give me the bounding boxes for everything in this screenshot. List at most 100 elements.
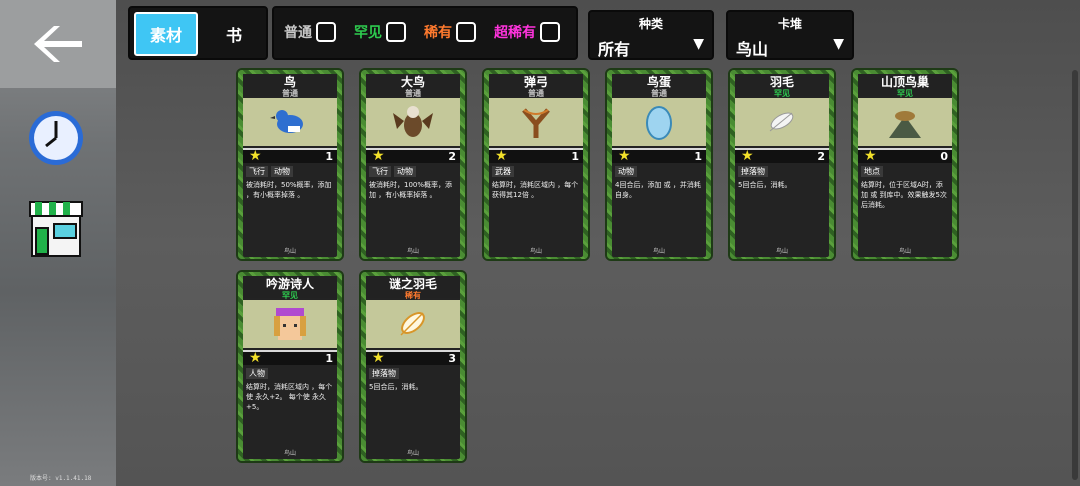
- card-tag: 飞行: [246, 166, 268, 177]
- card-value: 1: [325, 352, 333, 365]
- card-deck: 鸟山: [775, 248, 788, 255]
- checkbox-rare[interactable]: [456, 22, 476, 42]
- card-deck: 鸟山: [652, 248, 665, 255]
- card-art: [612, 98, 706, 146]
- card-desc: 结算时，位于区域A时，添加 或 到库中。效果触发5次后消耗。: [861, 181, 947, 209]
- filter-common-label: 普通: [284, 25, 312, 41]
- scrollbar[interactable]: [1072, 70, 1078, 480]
- golden-feather-icon: [400, 312, 425, 336]
- card-art: [489, 98, 583, 146]
- card-deck: 鸟山: [406, 248, 419, 255]
- card-feather[interactable]: 羽毛 罕见 ★ 2 掉落物 5回合后，消耗。 鸟山: [728, 68, 836, 261]
- card-bard[interactable]: 吟游诗人 罕见 ★ 1 人物 结算时，消耗区域内 ，每个使 永久+2。 每个使 永…: [236, 270, 344, 463]
- card-art: [858, 98, 952, 146]
- card-bird-egg[interactable]: 鸟蛋 普通 ★ 1 动物 4回合后，添加 或 ，并消耗自身。 鸟山: [605, 68, 713, 261]
- deck-label: 卡堆: [777, 17, 802, 31]
- card-value: 1: [325, 150, 333, 163]
- filter-uncommon[interactable]: 罕见: [354, 22, 406, 42]
- card-value: 2: [817, 150, 825, 163]
- rarity-filter-panel: 普通 罕见 稀有 超稀有: [272, 6, 578, 60]
- card-value: 3: [448, 352, 456, 365]
- tab-panel: 素材 书: [128, 6, 268, 60]
- card-art: [366, 98, 460, 146]
- card-tag: 动物: [271, 166, 293, 177]
- card-slingshot[interactable]: 弹弓 普通 ★ 1 武器 结算时，消耗区域内 ，每个获得其12倍 。 鸟山: [482, 68, 590, 261]
- card-mountain-nest[interactable]: 山顶鸟巢 罕见 ★ 0 地点 结算时，位于区域A时，添加 或 到库中。效果触发5次…: [851, 68, 959, 261]
- back-button[interactable]: [0, 0, 116, 88]
- star-icon: ★: [741, 148, 754, 164]
- star-icon: ★: [372, 350, 385, 366]
- clock-button[interactable]: [24, 106, 88, 170]
- card-desc: 5回合后，消耗。: [738, 181, 792, 189]
- clock-icon: [29, 111, 83, 165]
- filter-rare[interactable]: 稀有: [424, 22, 476, 42]
- card-mystery-feather[interactable]: 谜之羽毛 稀有 ★ 3 掉落物 5回合后，消耗。 鸟山: [359, 270, 467, 463]
- slingshot-icon: [522, 108, 550, 138]
- filter-common[interactable]: 普通: [284, 22, 336, 42]
- card-value: 1: [694, 150, 702, 163]
- star-icon: ★: [495, 148, 508, 164]
- card-deck: 鸟山: [283, 248, 296, 255]
- tab-book[interactable]: 书: [204, 12, 264, 56]
- filter-super-rare[interactable]: 超稀有: [494, 22, 560, 42]
- nest-icon: [889, 111, 921, 138]
- back-arrow-icon: [34, 26, 82, 62]
- card-desc: 结算时，消耗区域内 ，每个使 永久+2。 每个使 永久+5。: [246, 383, 333, 411]
- version-label: 版本号: v1.1.41.18: [30, 475, 92, 482]
- card-tag: 掉落物: [369, 368, 399, 379]
- chevron-down-icon: ▼: [833, 36, 844, 52]
- card-tag: 武器: [492, 166, 514, 177]
- card-deck: 鸟山: [406, 450, 419, 457]
- filter-uncommon-label: 罕见: [354, 25, 382, 41]
- checkbox-common[interactable]: [316, 22, 336, 42]
- card-tag: 动物: [615, 166, 637, 177]
- card-desc: 5回合后，消耗。: [369, 383, 423, 391]
- deck-dropdown[interactable]: 卡堆 鸟山 ▼: [726, 10, 854, 60]
- egg-icon: [646, 106, 672, 140]
- card-deck: 鸟山: [898, 248, 911, 255]
- card-desc: 被消耗时，50%概率，添加 ，有小概率掉落 。: [246, 181, 332, 199]
- deck-value: 鸟山: [736, 40, 769, 59]
- card-desc: 结算时，消耗区域内 ，每个获得其12倍 。: [492, 181, 579, 199]
- card-bird[interactable]: 鸟 普通 ★ 1 飞行 动物 被消耗时，50%概率，添加 ，有小概率掉落 。 鸟山: [236, 68, 344, 261]
- filter-rare-label: 稀有: [424, 25, 452, 41]
- feather-icon: [769, 112, 794, 132]
- card-value: 2: [448, 150, 456, 163]
- card-deck: 鸟山: [529, 248, 542, 255]
- category-dropdown[interactable]: 种类 所有 ▼: [588, 10, 714, 60]
- shop-button[interactable]: [24, 198, 88, 262]
- checkbox-uncommon[interactable]: [386, 22, 406, 42]
- bird-icon: [270, 110, 303, 133]
- checkbox-super-rare[interactable]: [540, 22, 560, 42]
- card-tag: 地点: [861, 166, 883, 177]
- category-label: 种类: [638, 17, 663, 31]
- shop-icon: [29, 201, 83, 257]
- bard-face-icon: [274, 308, 306, 340]
- star-icon: ★: [864, 148, 877, 164]
- star-icon: ★: [249, 148, 262, 164]
- chevron-down-icon: ▼: [693, 36, 704, 52]
- filter-super-rare-label: 超稀有: [494, 25, 536, 41]
- card-big-bird[interactable]: 大鸟 普通 ★ 2 飞行 动物 被消耗时，100%概率，添加 ，有小概率掉落 。 鸟…: [359, 68, 467, 261]
- star-icon: ★: [618, 148, 631, 164]
- card-value: 0: [940, 150, 948, 163]
- card-desc: 被消耗时，100%概率，添加 ，有小概率掉落 。: [369, 181, 453, 199]
- card-deck: 鸟山: [283, 450, 296, 457]
- card-art: [735, 98, 829, 146]
- app-root: 版本号: v1.1.41.18 素材 书 普通 罕见 稀有 超稀有 种类 所有 …: [0, 0, 1080, 486]
- card-art: [366, 300, 460, 348]
- card-value: 1: [571, 150, 579, 163]
- card-desc: 4回合后，添加 或 ，并消耗自身。: [615, 181, 701, 199]
- card-art: [243, 98, 337, 146]
- card-tag: 掉落物: [738, 166, 768, 177]
- category-value: 所有: [598, 40, 631, 59]
- card-tag: 人物: [246, 368, 268, 379]
- star-icon: ★: [249, 350, 262, 366]
- tab-material[interactable]: 素材: [134, 12, 198, 56]
- star-icon: ★: [372, 148, 385, 164]
- card-art: [243, 300, 337, 348]
- card-tag: 飞行: [369, 166, 391, 177]
- sidebar: 版本号: v1.1.41.18: [0, 0, 116, 486]
- card-tag: 动物: [394, 166, 416, 177]
- main-area: 素材 书 普通 罕见 稀有 超稀有 种类 所有 ▼ 卡堆 鸟山 ▼ 鸟 普通 ★…: [116, 0, 1080, 486]
